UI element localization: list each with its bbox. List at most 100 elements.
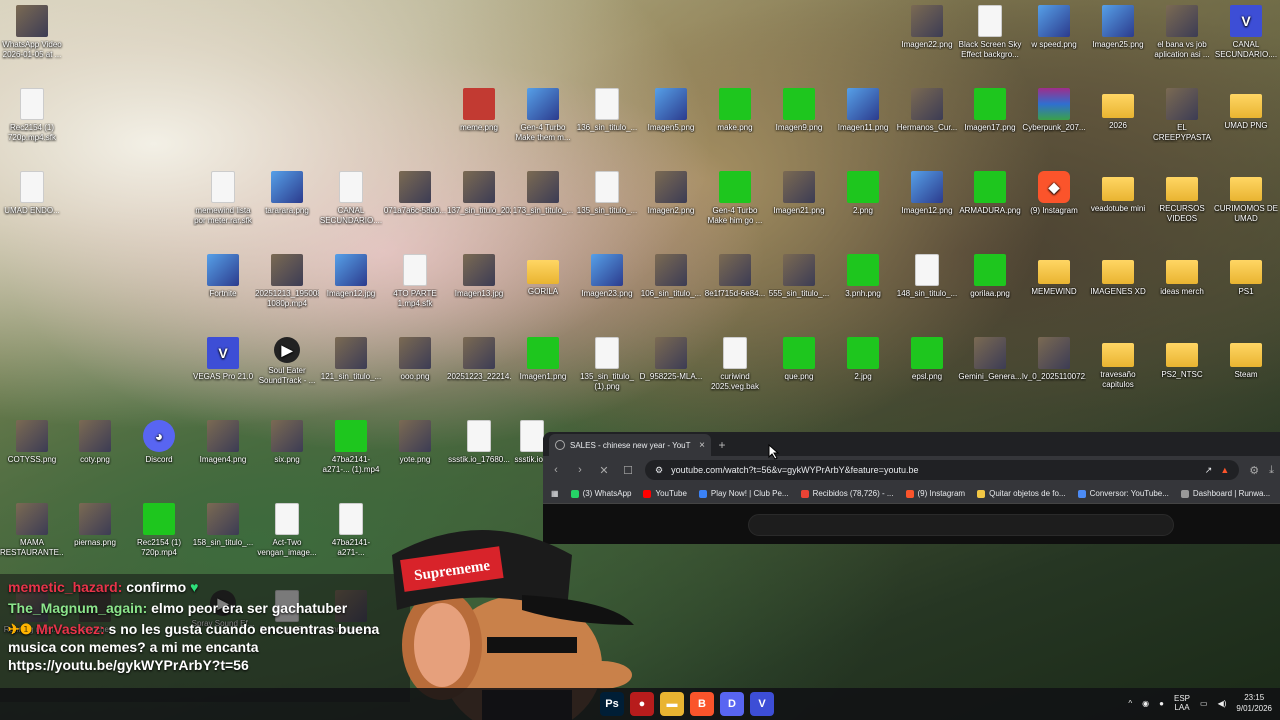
- desktop-icon[interactable]: Gen-4 Turbo Make them m...: [511, 88, 575, 143]
- youtube-search-box[interactable]: [748, 514, 1174, 536]
- microphone-icon[interactable]: ●: [1159, 699, 1164, 708]
- extensions-icon[interactable]: ⚙: [1249, 464, 1259, 477]
- desktop-icon[interactable]: travesaño capitulos: [1086, 337, 1150, 390]
- desktop-icon[interactable]: 106_sin_titulo_...: [639, 254, 703, 299]
- bookmark-item[interactable]: Dashboard | Runwa...: [1180, 489, 1270, 498]
- tab-close-button[interactable]: ×: [699, 440, 705, 451]
- apps-grid-icon[interactable]: ▦: [551, 489, 559, 498]
- desktop-icon[interactable]: ARMADURA.png: [958, 171, 1022, 216]
- desktop-icon[interactable]: 136_sin_titulo_...: [575, 88, 639, 133]
- desktop-icon[interactable]: ◕ Discord: [127, 420, 191, 465]
- tray-caret-icon[interactable]: ^: [1128, 699, 1132, 708]
- desktop-icon[interactable]: Imagen1.png: [511, 337, 575, 382]
- desktop-icon[interactable]: EL CREEPYPASTA DE MOMO.mp4: [1150, 88, 1214, 143]
- desktop-icon[interactable]: D_958225-MLA...: [639, 337, 703, 382]
- desktop-icon[interactable]: 173_sin_titulo_...: [511, 171, 575, 216]
- desktop-icon[interactable]: 071a7a6c-58d0...: [383, 171, 447, 216]
- clock[interactable]: 23:15 9/01/2026: [1236, 692, 1272, 714]
- desktop-icon[interactable]: 137_sin_titulo_2022122...: [447, 171, 511, 216]
- bookmark-item[interactable]: YouTube: [643, 489, 687, 498]
- desktop-icon[interactable]: PS1: [1214, 254, 1278, 297]
- desktop-icon[interactable]: 3.pnh.png: [831, 254, 895, 299]
- desktop-icon[interactable]: 121_sin_titulo_...: [319, 337, 383, 382]
- folder-icon[interactable]: ▬: [660, 692, 684, 716]
- bookmark-item[interactable]: Recibidos (78,726) - ...: [800, 489, 894, 498]
- desktop-icon[interactable]: Imagen2.png: [639, 171, 703, 216]
- desktop-icon[interactable]: Steam: [1214, 337, 1278, 380]
- desktop-icon[interactable]: 2.jpg: [831, 337, 895, 382]
- desktop-icon[interactable]: Imagen22.png: [895, 5, 959, 50]
- language-indicator[interactable]: ESP LAA: [1174, 694, 1190, 712]
- desktop-icon[interactable]: six.png: [255, 420, 319, 465]
- desktop-icon[interactable]: lv_0_2025110072...: [1022, 337, 1086, 382]
- desktop-icon[interactable]: Imagen11.png: [831, 88, 895, 133]
- desktop-icon[interactable]: Imagen12.jpg: [319, 254, 383, 299]
- desktop-icon[interactable]: MEMEWIND: [1022, 254, 1086, 297]
- desktop-icon[interactable]: gorilaa.png: [958, 254, 1022, 299]
- desktop-icon[interactable]: Rec2154 (1) 720p.mp4.sfk: [0, 88, 64, 143]
- desktop-icon[interactable]: Imagen13.jpg: [447, 254, 511, 299]
- bookmark-item[interactable]: Quitar objetos de fo...: [977, 489, 1066, 498]
- desktop-icon[interactable]: 555_sin_titulo_...: [767, 254, 831, 299]
- desktop-icon[interactable]: Act-Two vengan_image...: [255, 503, 319, 558]
- desktop-icon[interactable]: make.png: [703, 88, 767, 133]
- desktop-icon[interactable]: MAMA RESTAURANTE...: [0, 503, 64, 558]
- desktop-icon[interactable]: veadotube mini: [1086, 171, 1150, 214]
- desktop-icon[interactable]: RECURSOS VIDEOS: [1150, 171, 1214, 224]
- address-bar[interactable]: ⚙ youtube.com/watch?t=56&v=gykWYPrArbY&f…: [645, 460, 1240, 480]
- desktop-icon[interactable]: Imagen23.png: [575, 254, 639, 299]
- bookmark-item[interactable]: Play Now! | Club Pe...: [698, 489, 789, 498]
- bookmark-item[interactable]: (3) WhatsApp: [570, 489, 631, 498]
- desktop-icon[interactable]: Cyberpunk_207...: [1022, 88, 1086, 133]
- desktop-icon[interactable]: ◆ (9) Instagram: [1022, 171, 1086, 216]
- desktop-icon[interactable]: WhatsApp Video 2026-01-05 at ...: [0, 5, 64, 60]
- display-icon[interactable]: ▭: [1200, 699, 1208, 708]
- desktop-icon[interactable]: 2.png: [831, 171, 895, 216]
- desktop-icon[interactable]: Hermanos_Cur...: [895, 88, 959, 133]
- desktop-icon[interactable]: 4TO PARTE 1.mp4.sfk: [383, 254, 447, 309]
- desktop-icon[interactable]: w speed.png: [1022, 5, 1086, 50]
- downloads-icon[interactable]: ⤓: [1269, 464, 1274, 477]
- recorder-icon[interactable]: ●: [630, 692, 654, 716]
- desktop-icon[interactable]: Imagen5.png: [639, 88, 703, 133]
- browser-tab[interactable]: SALES - chinese new year - YouT ×: [549, 434, 711, 456]
- desktop-icon[interactable]: Gemini_Genera...: [958, 337, 1022, 382]
- bookmark-item[interactable]: Conversor: YouTube...: [1077, 489, 1169, 498]
- desktop-icon[interactable]: UMAD ENDO...: [0, 171, 64, 216]
- desktop-icon[interactable]: 148_sin_titulo_...: [895, 254, 959, 299]
- url-text[interactable]: youtube.com/watch?t=56&v=gykWYPrArbY&fea…: [671, 465, 1197, 475]
- desktop-icon[interactable]: ooo.png: [383, 337, 447, 382]
- bookmark-item[interactable]: (9) Instagram: [905, 489, 965, 498]
- desktop-icon[interactable]: Fortnite: [191, 254, 255, 299]
- desktop-icon[interactable]: yote.png: [383, 420, 447, 465]
- desktop-icon[interactable]: 158_sin_titulo_...: [191, 503, 255, 548]
- back-button[interactable]: ‹: [549, 464, 563, 476]
- discord-icon[interactable]: D: [720, 692, 744, 716]
- bookmark-icon[interactable]: ☐: [621, 464, 635, 477]
- ps-icon[interactable]: Ps: [600, 692, 624, 716]
- vegas-icon[interactable]: V: [750, 692, 774, 716]
- desktop-icon[interactable]: coty.png: [63, 420, 127, 465]
- desktop-icon[interactable]: 2026: [1086, 88, 1150, 131]
- site-info-icon[interactable]: ⚙: [655, 465, 663, 476]
- desktop-icon[interactable]: Imagen17.png: [958, 88, 1022, 133]
- desktop-icon[interactable]: 135_sin_titulo_ (1).png: [575, 337, 639, 392]
- desktop-icon[interactable]: memewind lista por meter.rar.sfk: [191, 171, 255, 226]
- desktop-icon[interactable]: Imagen9.png: [767, 88, 831, 133]
- desktop-icon[interactable]: IMAGENES XD: [1086, 254, 1150, 297]
- desktop-icon[interactable]: Gen-4 Turbo Make him go ...: [703, 171, 767, 226]
- brave-shield-icon[interactable]: ▲: [1220, 465, 1229, 475]
- new-tab-button[interactable]: +: [711, 438, 733, 452]
- desktop-icon[interactable]: Rec2154 (1) 720p.mp4: [127, 503, 191, 558]
- desktop-icon[interactable]: 8e1f715d-6e84...: [703, 254, 767, 299]
- desktop-icon[interactable]: 47ba2141-a271-... (1).mp4: [319, 420, 383, 475]
- desktop-icon[interactable]: 20251213_195008 1080p.mp4: [255, 254, 319, 309]
- desktop-icon[interactable]: CURIMOMOS DE UMAD: [1214, 171, 1278, 224]
- desktop-icon[interactable]: que.png: [767, 337, 831, 382]
- desktop-icon[interactable]: V VEGAS Pro 21.0: [191, 337, 255, 382]
- desktop-icon[interactable]: epsl.png: [895, 337, 959, 382]
- forward-button[interactable]: ›: [573, 464, 587, 476]
- desktop-icon[interactable]: UMAD PNG: [1214, 88, 1278, 131]
- stop-button[interactable]: ✕: [597, 464, 611, 477]
- network-icon[interactable]: ◉: [1142, 699, 1149, 708]
